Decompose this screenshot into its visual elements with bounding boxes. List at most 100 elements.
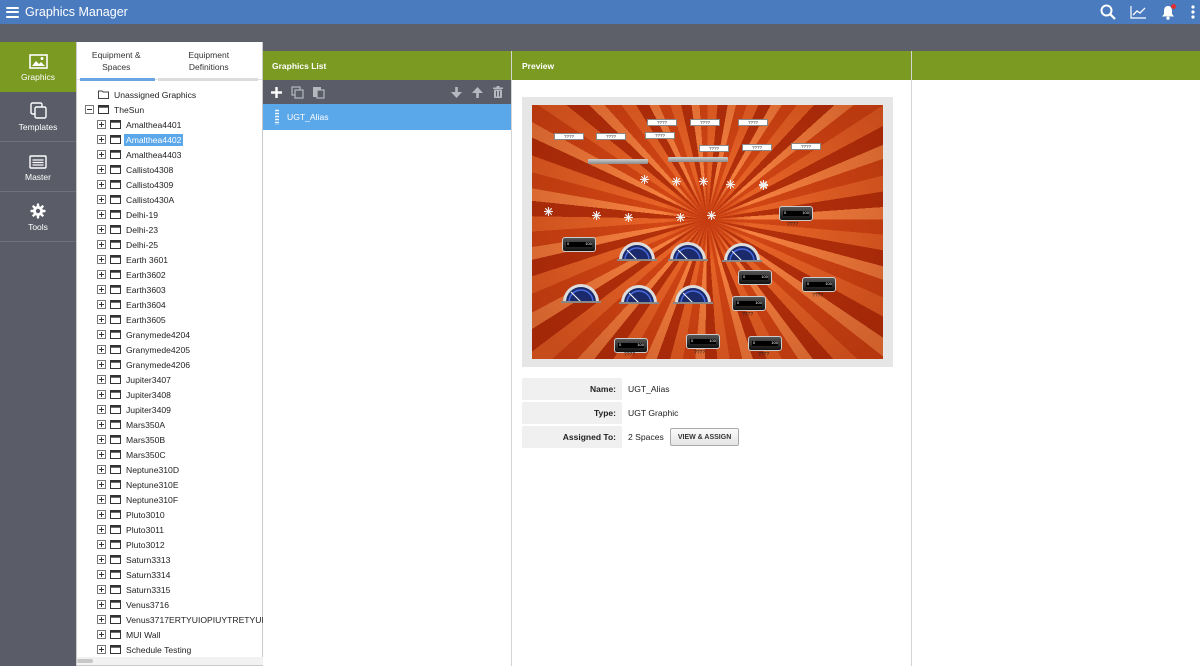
delete-icon[interactable]	[491, 85, 505, 99]
expand-icon[interactable]	[97, 615, 106, 624]
tree-item[interactable]: Callisto4308	[77, 162, 262, 177]
view-assign-button[interactable]: VIEW & ASSIGN	[669, 428, 740, 446]
tree-item[interactable]: Earth3603	[77, 282, 262, 297]
tree-item[interactable]: Amalthea4401	[77, 117, 262, 132]
expand-icon[interactable]	[97, 240, 106, 249]
tree-item[interactable]: Saturn3314	[77, 567, 262, 582]
expand-icon[interactable]	[97, 225, 106, 234]
tree-item[interactable]: Callisto4309	[77, 177, 262, 192]
expand-icon[interactable]	[97, 315, 106, 324]
menu-icon[interactable]	[6, 6, 19, 18]
bell-icon[interactable]	[1156, 0, 1180, 24]
search-icon[interactable]	[1096, 0, 1120, 24]
graphics-list-item[interactable]: UGT_Alias	[263, 104, 511, 130]
expand-icon[interactable]	[97, 510, 106, 519]
expand-icon[interactable]	[97, 435, 106, 444]
thumbnail-range-meter: 0 100	[738, 270, 772, 285]
collapse-icon[interactable]	[85, 105, 94, 114]
tree-item[interactable]: Saturn3313	[77, 552, 262, 567]
tree-item-label: Jupiter3407	[126, 374, 171, 385]
tree-item[interactable]: Amalthea4403	[77, 147, 262, 162]
tree-item[interactable]: Pluto3012	[77, 537, 262, 552]
expand-icon[interactable]	[97, 555, 106, 564]
tree-item[interactable]: Earth3604	[77, 297, 262, 312]
nav-item-templates[interactable]: Templates	[0, 92, 76, 142]
expand-icon[interactable]	[97, 210, 106, 219]
tree-item[interactable]: Delhi-23	[77, 222, 262, 237]
tree-item[interactable]: Granymede4205	[77, 342, 262, 357]
expand-icon[interactable]	[97, 150, 106, 159]
expand-icon[interactable]	[97, 180, 106, 189]
tree-item[interactable]: Granymede4204	[77, 327, 262, 342]
gear-icon	[30, 201, 46, 219]
expand-icon[interactable]	[97, 300, 106, 309]
expand-icon[interactable]	[97, 405, 106, 414]
expand-icon[interactable]	[97, 450, 106, 459]
expand-icon[interactable]	[97, 360, 106, 369]
expand-icon[interactable]	[97, 255, 106, 264]
tree-item-root[interactable]: TheSun	[77, 102, 262, 117]
tree-item[interactable]: Pluto3011	[77, 522, 262, 537]
tree-item[interactable]: Earth3602	[77, 267, 262, 282]
expand-icon[interactable]	[97, 630, 106, 639]
tree-item[interactable]: Neptune310D	[77, 462, 262, 477]
tree-item[interactable]: Mars350B	[77, 432, 262, 447]
expand-icon[interactable]	[97, 585, 106, 594]
expand-icon[interactable]	[97, 525, 106, 534]
tree-item-unassigned[interactable]: Unassigned Graphics	[77, 87, 262, 102]
tree-item[interactable]: Mars350C	[77, 447, 262, 462]
move-up-icon[interactable]	[470, 85, 484, 99]
tree-item[interactable]: Earth3605	[77, 312, 262, 327]
expand-icon[interactable]	[97, 390, 106, 399]
tree-item[interactable]: Delhi-19	[77, 207, 262, 222]
expand-icon[interactable]	[97, 270, 106, 279]
drag-handle-icon[interactable]	[275, 109, 279, 125]
tree-item[interactable]: Callisto430A	[77, 192, 262, 207]
tree-item[interactable]: Earth 3601	[77, 252, 262, 267]
expand-icon[interactable]	[97, 120, 106, 129]
tree-item[interactable]: Neptune310E	[77, 477, 262, 492]
expand-icon[interactable]	[97, 195, 106, 204]
tree-item[interactable]: Neptune310F	[77, 492, 262, 507]
tab-equipment-definitions[interactable]: Equipment Definitions	[156, 42, 263, 81]
chart-line-icon[interactable]	[1126, 0, 1150, 24]
expand-icon[interactable]	[97, 345, 106, 354]
expand-icon[interactable]	[97, 495, 106, 504]
tree-item[interactable]: Delhi-25	[77, 237, 262, 252]
tree-item[interactable]: Saturn3315	[77, 582, 262, 597]
expand-icon[interactable]	[97, 645, 106, 654]
copy-icon[interactable]	[290, 85, 304, 99]
tab-equipment-spaces[interactable]: Equipment & Spaces	[77, 42, 156, 81]
move-down-icon[interactable]	[449, 85, 463, 99]
expand-icon[interactable]	[97, 480, 106, 489]
tree-item[interactable]: MUI Wall	[77, 627, 262, 642]
tree-item[interactable]: Amalthea4402	[77, 132, 262, 147]
tree-item[interactable]: Granymede4206	[77, 357, 262, 372]
expand-icon[interactable]	[97, 570, 106, 579]
expand-icon[interactable]	[97, 330, 106, 339]
tree-item[interactable]: Mars350A	[77, 417, 262, 432]
nav-item-master[interactable]: Master	[0, 142, 76, 192]
nav-item-graphics[interactable]: Graphics	[0, 42, 76, 92]
expand-icon[interactable]	[97, 165, 106, 174]
tree-item[interactable]: Jupiter3409	[77, 402, 262, 417]
tree-item[interactable]: Pluto3010	[77, 507, 262, 522]
expand-icon[interactable]	[97, 285, 106, 294]
thumbnail-sensor-icon	[707, 211, 716, 220]
tree-horizontal-scrollbar[interactable]	[77, 657, 263, 665]
expand-icon[interactable]	[97, 465, 106, 474]
expand-icon[interactable]	[97, 135, 106, 144]
expand-icon[interactable]	[97, 540, 106, 549]
tree-item[interactable]: Schedule Testing	[77, 642, 262, 657]
tree-item[interactable]: Jupiter3408	[77, 387, 262, 402]
add-icon[interactable]	[269, 85, 283, 99]
paste-icon[interactable]	[311, 85, 325, 99]
nav-item-tools[interactable]: Tools	[0, 192, 76, 242]
more-vertical-icon[interactable]	[1186, 0, 1200, 24]
tree-item[interactable]: Venus3716	[77, 597, 262, 612]
tree-item[interactable]: Jupiter3407	[77, 372, 262, 387]
tree-item[interactable]: Venus3717ERTYUIOPIUYTRETYUI	[77, 612, 264, 627]
expand-icon[interactable]	[97, 375, 106, 384]
expand-icon[interactable]	[97, 420, 106, 429]
expand-icon[interactable]	[97, 600, 106, 609]
